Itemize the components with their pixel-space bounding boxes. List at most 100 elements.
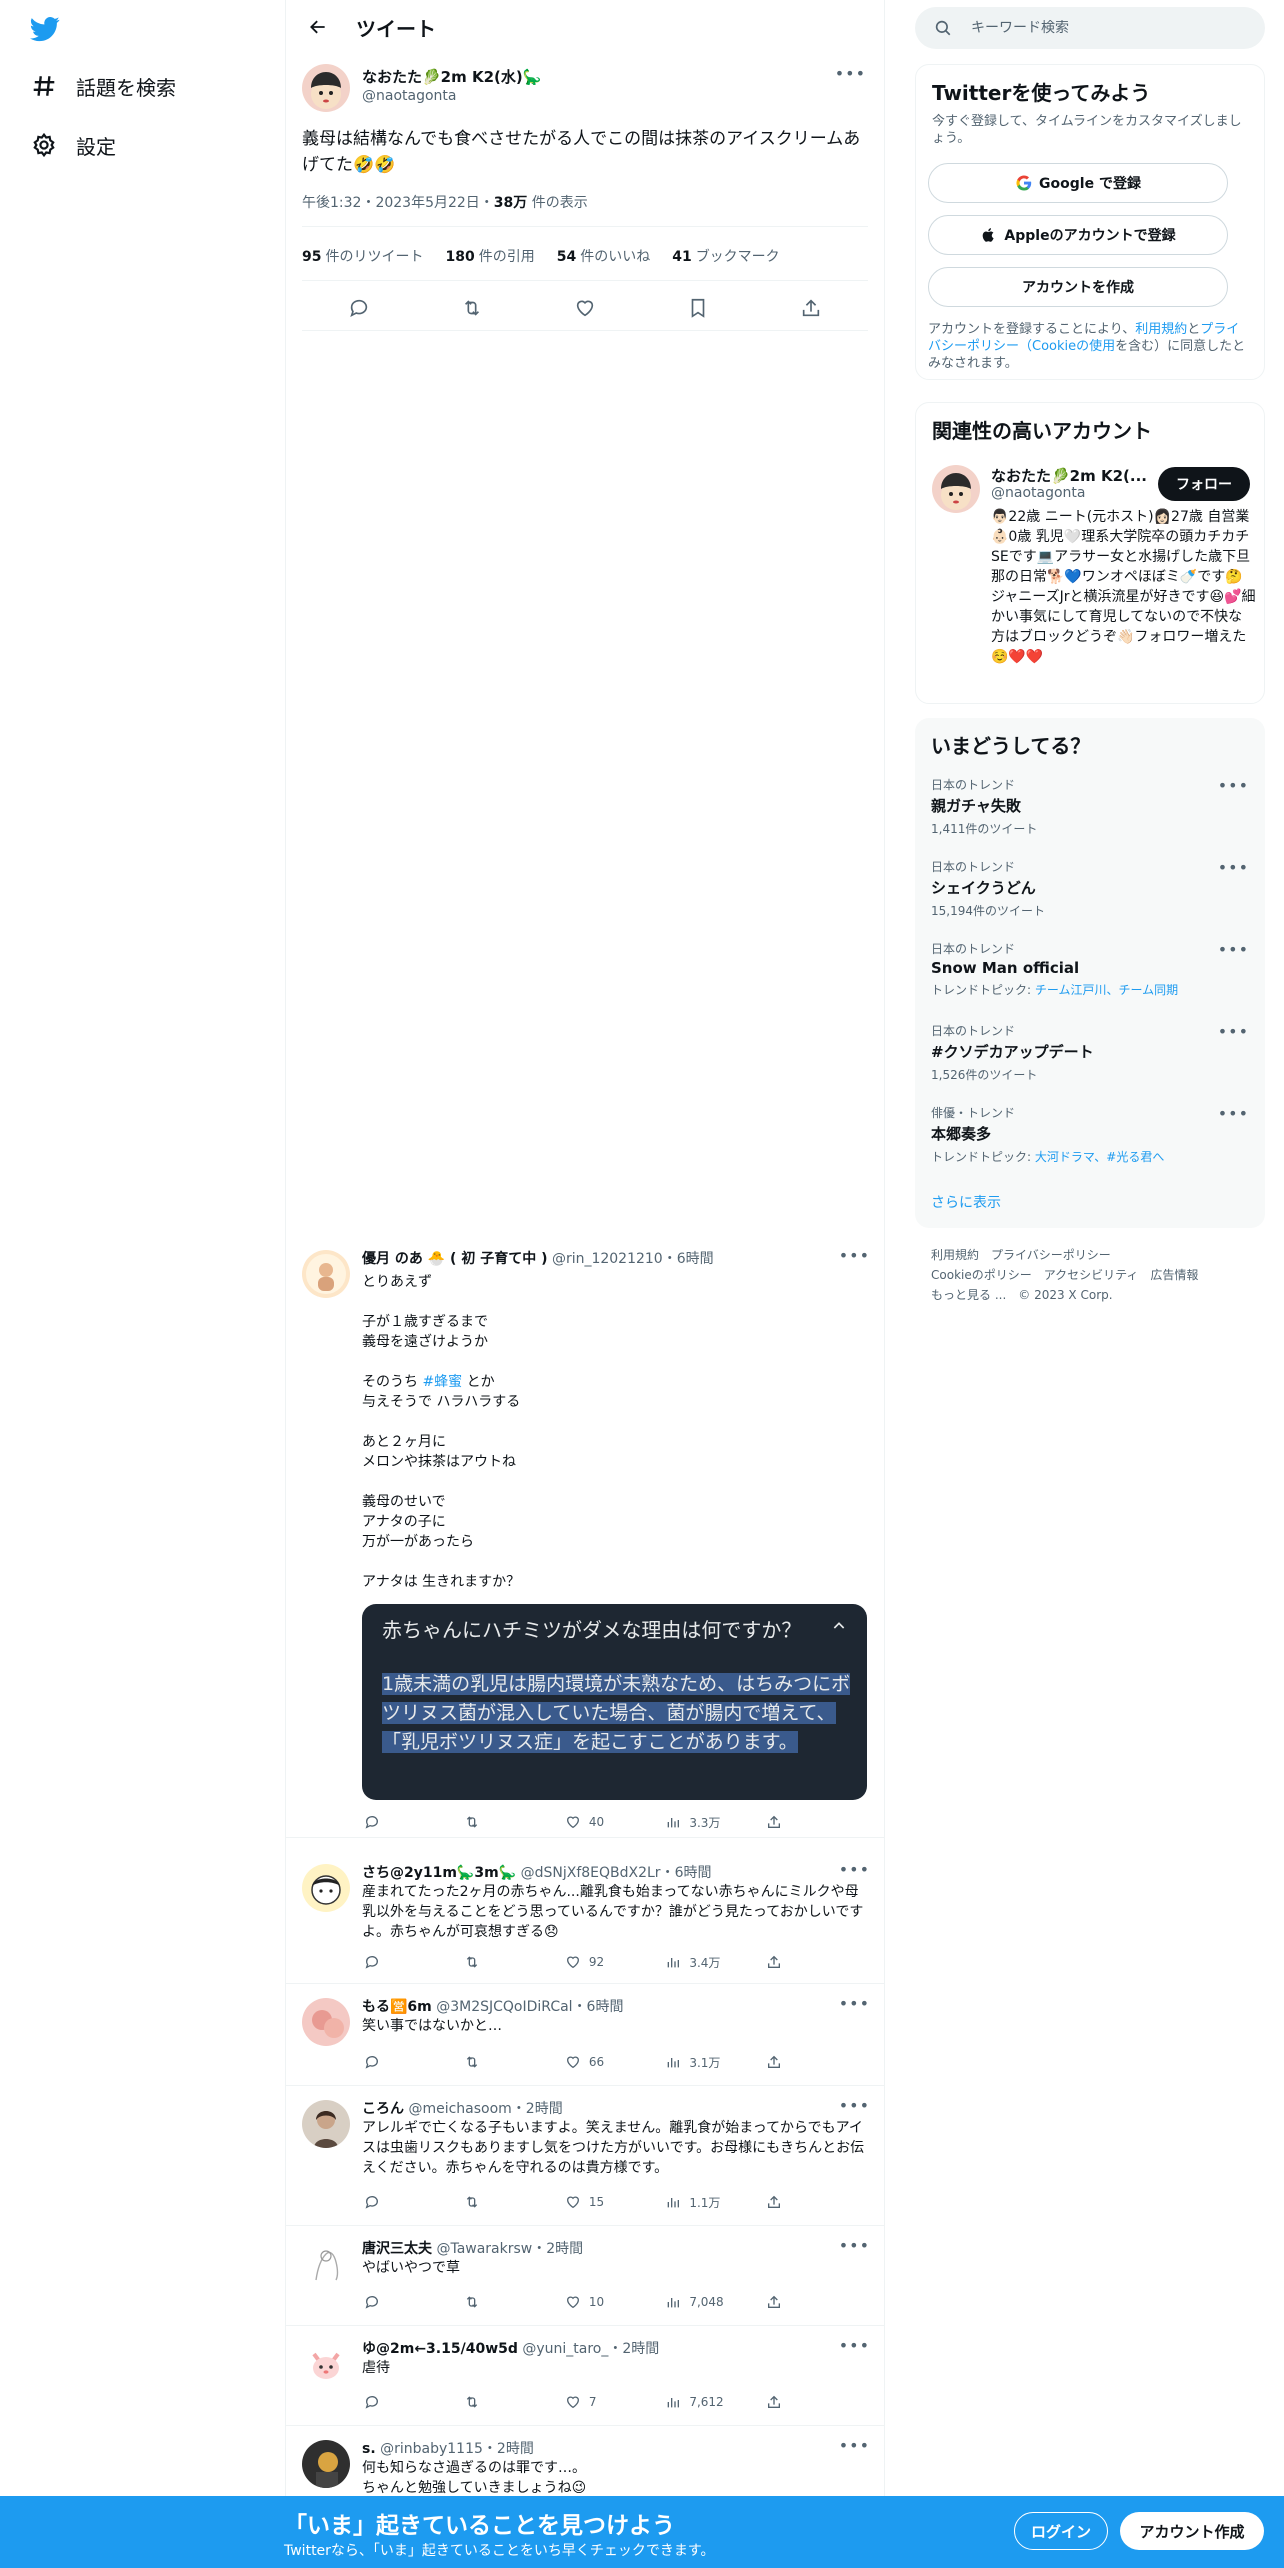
avatar[interactable] bbox=[932, 465, 980, 513]
avatar[interactable] bbox=[302, 2100, 350, 2148]
more-options-icon[interactable]: ••• bbox=[839, 2236, 870, 2255]
more-options-icon[interactable]: ••• bbox=[839, 1246, 870, 1265]
more-options-icon[interactable]: ••• bbox=[1218, 940, 1249, 959]
like-button[interactable]: 7 bbox=[563, 2392, 663, 2412]
reply-button[interactable] bbox=[362, 2192, 462, 2212]
retweet-icon[interactable] bbox=[454, 290, 490, 326]
views-button[interactable]: 1.1万 bbox=[663, 2192, 763, 2212]
avatar[interactable] bbox=[302, 64, 350, 112]
account-name[interactable]: なおたた🥬2m K2(... bbox=[991, 465, 1147, 486]
trend-topic-links[interactable]: チーム江戸川、チーム同期 bbox=[1035, 983, 1178, 997]
create-account-button[interactable]: アカウントを作成 bbox=[928, 267, 1228, 307]
avatar[interactable] bbox=[302, 1998, 350, 2046]
search-box[interactable] bbox=[915, 7, 1265, 49]
footer-ads-link[interactable]: 広告情報 bbox=[1150, 1268, 1198, 1282]
like-button[interactable]: 92 bbox=[563, 1952, 663, 1972]
reply-time[interactable]: ・2時間 bbox=[483, 2441, 534, 2457]
account-handle[interactable]: @naotagonta bbox=[991, 485, 1085, 501]
reply-time[interactable]: ・6時間 bbox=[573, 1999, 624, 2015]
reply-author-name[interactable]: 優月 のあ 🐣 ( 初 子育て中 ) bbox=[362, 1251, 547, 1267]
reply-author-handle[interactable]: @rinbaby1115 bbox=[380, 2441, 483, 2457]
reply-button[interactable] bbox=[362, 2292, 462, 2312]
more-options-icon[interactable]: ••• bbox=[839, 2336, 870, 2355]
reply-author-handle[interactable]: @yuni_taro_ bbox=[522, 2341, 608, 2357]
reply-time[interactable]: ・2時間 bbox=[532, 2241, 583, 2257]
views-button[interactable]: 3.3万 bbox=[663, 1812, 763, 1832]
reply-author-handle[interactable]: @meichasoom bbox=[408, 2101, 511, 2117]
more-options-icon[interactable]: ••• bbox=[839, 2436, 870, 2455]
footer-cookie-link[interactable]: Cookieのポリシー bbox=[931, 1268, 1032, 1282]
more-options-icon[interactable]: ••• bbox=[835, 64, 866, 83]
reply-tweet[interactable]: 唐沢三太夫 @Tawarakrsw・2時間 ••• やばいやつで草 10 7,0… bbox=[286, 2228, 884, 2326]
views-button[interactable]: 3.4万 bbox=[663, 1952, 763, 1972]
google-signup-button[interactable]: Google で登録 bbox=[928, 163, 1228, 203]
more-options-icon[interactable]: ••• bbox=[839, 1860, 870, 1879]
reply-tweet[interactable]: もる🈺6m @3M2SJCQoIDiRCal・6時間 ••• 笑い事ではないかと… bbox=[286, 1986, 884, 2086]
more-options-icon[interactable]: ••• bbox=[1218, 1022, 1249, 1041]
avatar[interactable] bbox=[302, 1250, 350, 1298]
reply-button[interactable] bbox=[362, 2052, 462, 2072]
apple-signup-button[interactable]: Appleのアカウントで登録 bbox=[928, 215, 1228, 255]
reply-time[interactable]: ・6時間 bbox=[661, 1865, 712, 1881]
reply-time[interactable]: ・2時間 bbox=[512, 2101, 563, 2117]
like-button[interactable]: 15 bbox=[563, 2192, 663, 2212]
reply-author-name[interactable]: s. bbox=[362, 2441, 376, 2457]
author-handle[interactable]: @naotagonta bbox=[362, 88, 456, 104]
avatar[interactable] bbox=[302, 2240, 350, 2288]
reply-author-name[interactable]: さち@2y11m🦕3m🦕 bbox=[362, 1865, 516, 1881]
reply-button[interactable] bbox=[362, 1812, 462, 1832]
search-input[interactable] bbox=[971, 20, 1231, 36]
reply-author-name[interactable]: ゆ@2m←3.15/40w5d bbox=[362, 2341, 518, 2357]
views-button[interactable]: 7,048 bbox=[663, 2292, 763, 2312]
bookmark-stat[interactable]: 41 ブックマーク bbox=[672, 246, 779, 266]
share-icon[interactable] bbox=[793, 290, 829, 326]
chevron-up-icon[interactable] bbox=[829, 1616, 849, 1636]
footer-privacy-link[interactable]: プライバシーポリシー bbox=[991, 1248, 1111, 1262]
reply-tweet[interactable]: 優月 のあ 🐣 ( 初 子育て中 ) @rin_12021210・6時間 •••… bbox=[286, 1238, 884, 1838]
reply-tweet[interactable]: s. @rinbaby1115・2時間 ••• 何も知らなさ過ぎるのは罪です…。… bbox=[286, 2428, 884, 2496]
reply-author-name[interactable]: ころん bbox=[362, 2101, 404, 2117]
terms-link[interactable]: 利用規約 bbox=[1135, 322, 1187, 337]
reply-icon[interactable] bbox=[341, 290, 377, 326]
trend-item[interactable]: 日本のトレンド シェイクうどん 15,194件のツイート ••• bbox=[931, 858, 1251, 919]
retweet-button[interactable] bbox=[462, 1952, 562, 1972]
like-heart-icon[interactable] bbox=[567, 290, 603, 326]
trend-item[interactable]: 日本のトレンド Snow Man official トレンドトピック: チーム江… bbox=[931, 940, 1251, 998]
retweet-button[interactable] bbox=[462, 2052, 562, 2072]
share-button[interactable] bbox=[764, 1812, 802, 1832]
show-more-link[interactable]: さらに表示 bbox=[931, 1192, 1001, 1212]
share-button[interactable] bbox=[764, 2392, 802, 2412]
more-options-icon[interactable]: ••• bbox=[1218, 776, 1249, 795]
more-options-icon[interactable]: ••• bbox=[839, 1994, 870, 2013]
reply-tweet[interactable]: さち@2y11m🦕3m🦕 @dSNjXf8EQBdX2Lr・6時間 ••• 産ま… bbox=[286, 1852, 884, 1984]
retweet-stat[interactable]: 95 件のリツイート bbox=[302, 246, 423, 266]
share-button[interactable] bbox=[764, 2052, 802, 2072]
reply-author-handle[interactable]: @Tawarakrsw bbox=[436, 2241, 532, 2257]
footer-tos-link[interactable]: 利用規約 bbox=[931, 1248, 979, 1262]
quote-stat[interactable]: 180 件の引用 bbox=[445, 246, 534, 266]
avatar[interactable] bbox=[302, 1864, 350, 1912]
share-button[interactable] bbox=[764, 2192, 802, 2212]
share-button[interactable] bbox=[764, 2292, 802, 2312]
reply-button[interactable] bbox=[362, 2392, 462, 2412]
retweet-button[interactable] bbox=[462, 2192, 562, 2212]
like-button[interactable]: 66 bbox=[563, 2052, 663, 2072]
twitter-bird-logo-icon[interactable] bbox=[28, 14, 62, 44]
tweet-timestamp[interactable]: 午後1:32・2023年5月22日・ bbox=[302, 195, 494, 211]
hashtag-link[interactable]: #蜂蜜 bbox=[422, 1374, 462, 1390]
author-name[interactable]: なおたた🥬2m K2(水)🦕 bbox=[362, 66, 541, 87]
retweet-button[interactable] bbox=[462, 1812, 562, 1832]
views-button[interactable]: 3.1万 bbox=[663, 2052, 763, 2072]
reply-author-handle[interactable]: @dSNjXf8EQBdX2Lr bbox=[521, 1865, 661, 1881]
like-stat[interactable]: 54 件のいいね bbox=[557, 246, 650, 266]
reply-tweet[interactable]: ころん @meichasoom・2時間 ••• アレルギで亡くなる子もいますよ。… bbox=[286, 2088, 884, 2226]
nav-explore[interactable]: 話題を検索 bbox=[28, 66, 176, 106]
reply-button[interactable] bbox=[362, 1952, 462, 1972]
reply-author-handle[interactable]: @3M2SJCQoIDiRCal bbox=[436, 1999, 572, 2015]
reply-tweet[interactable]: ゆ@2m←3.15/40w5d @yuni_taro_・2時間 ••• 虐待 7… bbox=[286, 2328, 884, 2426]
back-arrow-icon[interactable] bbox=[298, 7, 338, 47]
signup-button[interactable]: アカウント作成 bbox=[1120, 2512, 1264, 2550]
share-button[interactable] bbox=[764, 1952, 802, 1972]
reply-author-handle[interactable]: @rin_12021210 bbox=[552, 1251, 663, 1267]
like-button[interactable]: 40 bbox=[563, 1812, 663, 1832]
